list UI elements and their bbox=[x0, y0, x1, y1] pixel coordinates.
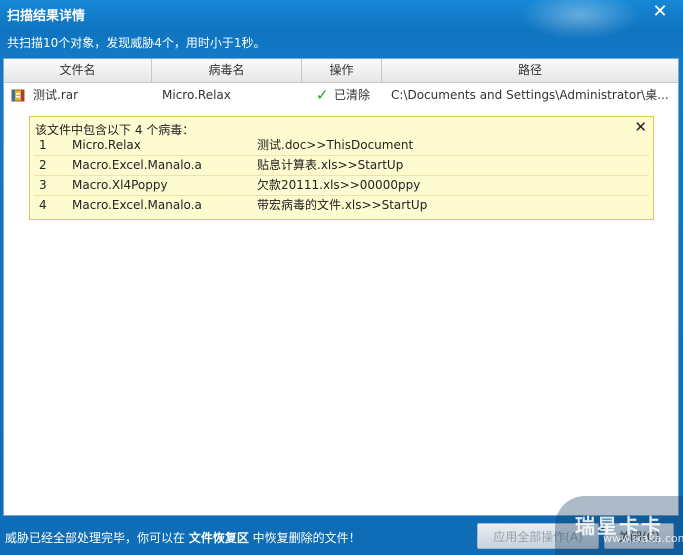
scan-summary: 共扫描10个对象，发现威胁4个，用时小于1秒。 bbox=[7, 36, 266, 50]
virus-location: 贴息计算表.xls>>StartUp bbox=[257, 158, 404, 172]
virus-name: Macro.Excel.Manalo.a bbox=[72, 158, 202, 172]
scan-results-window: 扫描结果详情 ✕ 共扫描10个对象，发现威胁4个，用时小于1秒。 文件名 病毒名… bbox=[0, 0, 683, 555]
window-title: 扫描结果详情 bbox=[7, 9, 86, 24]
virus-list-item: 2 Macro.Excel.Manalo.a 贴息计算表.xls>>StartU… bbox=[34, 155, 649, 176]
header-action[interactable]: 操作 bbox=[302, 59, 382, 82]
popup-close-icon[interactable]: ✕ bbox=[634, 118, 647, 136]
virus-name: Macro.Excel.Manalo.a bbox=[72, 198, 202, 212]
header-file-name[interactable]: 文件名 bbox=[4, 59, 152, 82]
virus-index: 4 bbox=[39, 198, 47, 212]
row-virus-name: Micro.Relax bbox=[162, 88, 231, 102]
virus-name: Macro.Xl4Poppy bbox=[72, 178, 168, 192]
archive-file-icon bbox=[11, 89, 25, 102]
virus-list-item: 1 Micro.Relax 测试.doc>>ThisDocument bbox=[34, 135, 649, 156]
window-close-icon[interactable]: ✕ bbox=[651, 2, 669, 22]
virus-index: 3 bbox=[39, 178, 47, 192]
row-action[interactable]: 已清除 bbox=[334, 83, 370, 107]
watermark-url: www.ikaka.com bbox=[603, 532, 683, 545]
virus-list-item: 3 Macro.Xl4Poppy 欠款20111.xls>>00000ppy bbox=[34, 175, 649, 196]
virus-index: 2 bbox=[39, 158, 47, 172]
virus-location: 欠款20111.xls>>00000ppy bbox=[257, 178, 421, 192]
footer-text-before: 威胁已经全部处理完毕，你可以在 bbox=[5, 531, 189, 545]
file-recovery-link[interactable]: 文件恢复区 bbox=[189, 531, 249, 545]
watermark-logo: 瑞星卡卡 www.ikaka.com bbox=[555, 496, 683, 555]
row-file-name: 测试.rar bbox=[33, 88, 79, 102]
footer-message: 威胁已经全部处理完毕，你可以在 文件恢复区 中恢复删除的文件！ bbox=[5, 529, 361, 546]
title-bar: 扫描结果详情 ✕ bbox=[0, 0, 683, 40]
virus-detail-popup: 该文件中包含以下 4 个病毒： ✕ 1 Micro.Relax 测试.doc>>… bbox=[29, 116, 654, 220]
table-header: 文件名 病毒名 操作 路径 bbox=[4, 59, 678, 83]
table-row[interactable]: 测试.rar Micro.Relax ✓ 已清除 C:\Documents an… bbox=[4, 83, 678, 107]
header-virus-name[interactable]: 病毒名 bbox=[152, 59, 302, 82]
header-path[interactable]: 路径 bbox=[382, 59, 678, 82]
row-path: C:\Documents and Settings\Administrator\… bbox=[391, 88, 669, 102]
check-icon: ✓ bbox=[316, 86, 329, 104]
results-panel: 文件名 病毒名 操作 路径 测试.rar Micro.Relax ✓ 已清除 C… bbox=[3, 58, 679, 516]
virus-list-item: 4 Macro.Excel.Manalo.a 带宏病毒的文件.xls>>Star… bbox=[34, 195, 649, 215]
footer-text-after: 中恢复删除的文件！ bbox=[248, 531, 361, 545]
virus-index: 1 bbox=[39, 138, 47, 152]
virus-name: Micro.Relax bbox=[72, 138, 141, 152]
title-glow bbox=[520, 0, 640, 40]
virus-location: 测试.doc>>ThisDocument bbox=[257, 138, 414, 152]
virus-location: 带宏病毒的文件.xls>>StartUp bbox=[257, 198, 428, 212]
